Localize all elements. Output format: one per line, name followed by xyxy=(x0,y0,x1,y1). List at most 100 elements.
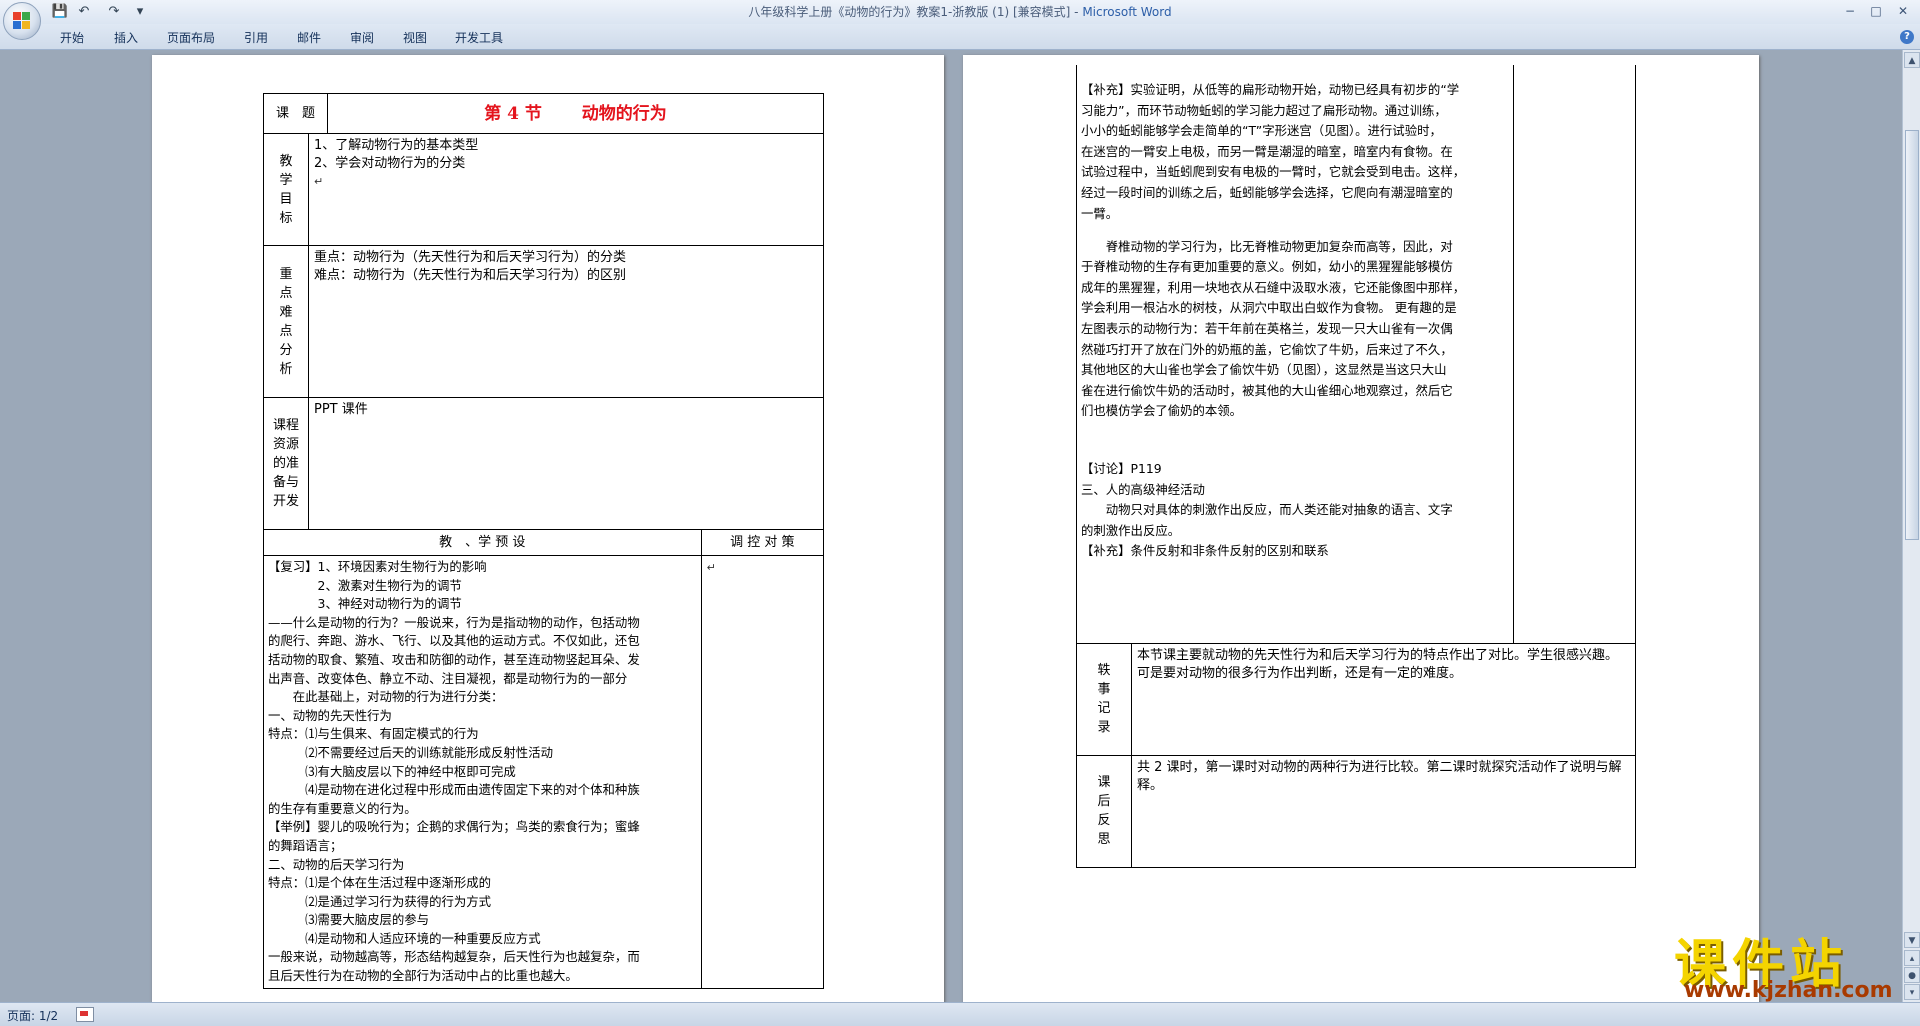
scroll-down-icon[interactable]: ▼ xyxy=(1904,932,1920,948)
body-line: 括动物的取食、繁殖、攻击和防御的动作，甚至连动物竖起耳朵、发 xyxy=(268,651,640,667)
body-line: ⑷是动物在进化过程中形成而由遗传固定下来的对个体和种族 xyxy=(268,782,640,798)
body-line xyxy=(1081,434,1509,446)
tab-references[interactable]: 引用 xyxy=(244,29,268,46)
body-line: ⑶有大脑皮层以下的神经中枢即可完成 xyxy=(268,763,516,779)
body-line: 们也模仿学会了偷奶的本领。 xyxy=(1081,403,1243,419)
body-line: ⑷是动物和人适应环境的一种重要反应方式 xyxy=(268,930,541,946)
teach-learn-content-continued: 【补充】实验证明，从低等的扁形动物开始，动物已经具有初步的“学 习能力”，而环节动… xyxy=(1076,65,1514,644)
body-line: 且后天性行为在动物的全部行为活动中占的比重也越大。 xyxy=(268,968,578,984)
close-button[interactable]: ✕ xyxy=(1890,2,1916,20)
body-line: 一般来说，动物越高等，形态结构越复杂，后天性行为也越复杂，而 xyxy=(268,949,640,965)
body-line: 于脊椎动物的生存有更加重要的意义。例如，幼小的黑猩猩能够模仿 xyxy=(1081,259,1453,275)
tab-view[interactable]: 视图 xyxy=(403,29,427,46)
body-line: 【补充】条件反射和非条件反射的区别和联系 xyxy=(1081,543,1329,559)
body-line: 在此基础上，对动物的行为进行分类： xyxy=(268,689,504,705)
reflection-content: 共 2 课时，第一课时对动物的两种行为进行比较。第二课时就探究活动作了说明与解释… xyxy=(1130,754,1637,868)
body-line: 3、神经对动物行为的调节 xyxy=(268,596,462,612)
incident-content: 本节课主要就动物的先天性行为和后天学习行为的特点作出了对比。学生很感兴趣。可是要… xyxy=(1130,642,1637,756)
body-line: 【复习】1、环境因素对生物行为的影响 xyxy=(268,559,487,574)
office-logo-icon xyxy=(13,12,31,30)
body-line: 雀在进行偷饮牛奶的活动时，被其他的大山雀细心地观察过，然后它 xyxy=(1081,382,1453,398)
body-line: ——什么是动物的行为？一般说来，行为是指动物的动作，包括动物 xyxy=(268,614,640,630)
tab-review[interactable]: 审阅 xyxy=(350,29,374,46)
control-header: 调 控 对 策 xyxy=(700,529,825,556)
proofing-icon[interactable] xyxy=(76,1007,94,1022)
tab-developer[interactable]: 开发工具 xyxy=(455,29,503,46)
body-line: 试验过程中，当蚯蚓爬到安有电极的一臂时，它就会受到电击。这样， xyxy=(1081,164,1466,180)
minimize-button[interactable]: − xyxy=(1837,2,1863,20)
body-line: 特点：⑴与生俱来、有固定模式的行为 xyxy=(268,726,479,742)
tab-home[interactable]: 开始 xyxy=(60,29,84,46)
goals-label: 教学目标 xyxy=(263,133,309,246)
keypoints-content: 重点：动物行为（先天性行为和后天学习行为）的分类 难点：动物行为（先天性行为和后… xyxy=(307,245,825,398)
body-line xyxy=(1081,224,1509,236)
control-content-continued xyxy=(1512,65,1637,644)
title-bar: 💾 ↶ ↷ ▾ 八年级科学上册《动物的行为》教案1-浙教版 (1) [兼容模式]… xyxy=(0,0,1920,40)
page-2: 【补充】实验证明，从低等的扁形动物开始，动物已经具有初步的“学 习能力”，而环节动… xyxy=(963,55,1759,1002)
body-line: 【举例】婴儿的吸吮行为；企鹅的求偶行为；鸟类的索食行为；蜜蜂 xyxy=(268,819,640,835)
body-line: 习能力”，而环节动物蚯蚓的学习能力超过了扁形动物。通过训练， xyxy=(1081,102,1447,118)
body-line: 动物只对具体的刺激作出反应，而人类还能对抽象的语言、文字 xyxy=(1081,502,1453,518)
ribbon-tabs: 开始 插入 页面布局 引用 邮件 审阅 视图 开发工具 ? xyxy=(0,24,1920,50)
page-1: 课 题 第 4 节 动物的行为 教学目标 1、了解动物行为的基本类型 2、学会对… xyxy=(152,55,944,1002)
control-content: ↵ xyxy=(700,555,825,989)
resources-content: PPT 课件 xyxy=(307,397,825,530)
body-line: 的生存有重要意义的行为。 xyxy=(268,800,417,816)
body-line: ⑵不需要经过后天的训练就能形成反射性活动 xyxy=(268,744,553,760)
tab-page-layout[interactable]: 页面布局 xyxy=(167,29,215,46)
body-line: 小小的蚯蚓能够学会走简单的“T”字形迷宫（见图）。进行试验时， xyxy=(1081,123,1442,139)
watermark-url: www.kjzhan.com xyxy=(1684,978,1893,1003)
teach-learn-content: 【复习】1、环境因素对生物行为的影响 2、激素对生物行为的调节 3、神经对动物行… xyxy=(263,555,702,989)
body-line: 学会利用一根沾水的树枝，从洞穴中取出白蚁作为食物。 更有趣的是 xyxy=(1081,300,1457,316)
scroll-thumb[interactable] xyxy=(1905,130,1919,540)
office-button[interactable] xyxy=(3,2,41,40)
help-icon[interactable]: ? xyxy=(1900,30,1914,44)
body-line: 左图表示的动物行为：若干年前在英格兰，发现一只大山雀有一次偶 xyxy=(1081,320,1453,336)
body-line: 在迷宫的一臂安上电极，而另一臂是潮湿的暗室，暗室内有食物。在 xyxy=(1081,143,1453,159)
maximize-button[interactable]: □ xyxy=(1863,2,1889,20)
vertical-scrollbar[interactable]: ▲ ▼ ▴ ● ▾ xyxy=(1902,50,1920,1002)
lesson-plan-table-continued: 【补充】实验证明，从低等的扁形动物开始，动物已经具有初步的“学 习能力”，而环节动… xyxy=(1076,65,1637,868)
window-title: 八年级科学上册《动物的行为》教案1-浙教版 (1) [兼容模式] - Micro… xyxy=(748,5,1172,19)
lesson-plan-table: 课 题 第 4 节 动物的行为 教学目标 1、了解动物行为的基本类型 2、学会对… xyxy=(263,93,825,989)
body-line: 的刺激作出反应。 xyxy=(1081,522,1181,538)
body-line: 其他地区的大山雀也学会了偷饮牛奶（见图），这显然是当这只大山 xyxy=(1081,362,1447,378)
scroll-up-icon[interactable]: ▲ xyxy=(1904,52,1920,68)
reflection-label: 课后反思 xyxy=(1076,754,1132,868)
keypoints-label: 重点难点分析 xyxy=(263,245,309,398)
body-line: 经过一段时间的训练之后，蚯蚓能够学会选择，它爬向有潮湿暗室的 xyxy=(1081,184,1453,200)
body-line: 特点：⑴是个体在生活过程中逐渐形成的 xyxy=(268,875,492,891)
goals-content: 1、了解动物行为的基本类型 2、学会对动物行为的分类 ↵ xyxy=(307,133,825,246)
select-browse-object-icon[interactable]: ● xyxy=(1904,967,1920,983)
body-line: 的舞蹈语言； xyxy=(268,837,343,853)
tab-insert[interactable]: 插入 xyxy=(114,29,138,46)
body-line: 2、激素对生物行为的调节 xyxy=(268,577,462,593)
tab-mailings[interactable]: 邮件 xyxy=(297,29,321,46)
resources-label: 课程 资源 的准 备与 开发 xyxy=(263,397,309,530)
body-line: ⑶需要大脑皮层的参与 xyxy=(268,912,430,928)
body-line: 成年的黑猩猩，利用一块地衣从石缝中汲取水液，它还能像图中那样， xyxy=(1081,279,1466,295)
body-line: 一臂。 xyxy=(1081,205,1119,221)
body-line: 二、动物的后天学习行为 xyxy=(268,856,405,872)
lesson-title: 第 4 节 动物的行为 xyxy=(326,93,825,134)
teach-learn-header: 教 、学 预 设 xyxy=(263,529,702,556)
body-line: 出声音、改变体色、静立不动、注目凝视，都是动物行为的一部分 xyxy=(268,670,628,686)
previous-page-icon[interactable]: ▴ xyxy=(1904,950,1920,966)
body-line xyxy=(1081,447,1509,459)
site-watermark: 课件站 www.kjzhan.com xyxy=(1664,920,1904,1003)
incident-label: 轶事记录 xyxy=(1076,642,1132,756)
body-line xyxy=(1081,422,1509,434)
body-line: 的爬行、奔跑、游水、飞行、以及其他的运动方式。不仅如此，还包 xyxy=(268,633,640,649)
body-line: 【补充】实验证明，从低等的扁形动物开始，动物已经具有初步的“学 xyxy=(1081,82,1460,97)
body-line: 【讨论】P119 xyxy=(1081,461,1162,477)
body-line: 然碰巧打开了放在门外的奶瓶的盖，它偷饮了牛奶，后来过了不久， xyxy=(1081,341,1453,357)
body-line: 一、动物的先天性行为 xyxy=(268,707,392,723)
next-page-icon[interactable]: ▾ xyxy=(1904,984,1920,1000)
document-area: 课 题 第 4 节 动物的行为 教学目标 1、了解动物行为的基本类型 2、学会对… xyxy=(0,50,1902,1002)
page-count[interactable]: 页面: 1/2 xyxy=(7,1007,58,1024)
body-line: 三、人的高级神经活动 xyxy=(1081,481,1205,497)
body-line: 脊椎动物的学习行为，比无脊椎动物更加复杂而高等，因此，对 xyxy=(1081,238,1453,254)
body-line: ⑵是通过学习行为获得的行为方式 xyxy=(268,893,492,909)
status-bar: 页面: 1/2 xyxy=(0,1002,1920,1026)
topic-label: 课 题 xyxy=(263,93,328,134)
